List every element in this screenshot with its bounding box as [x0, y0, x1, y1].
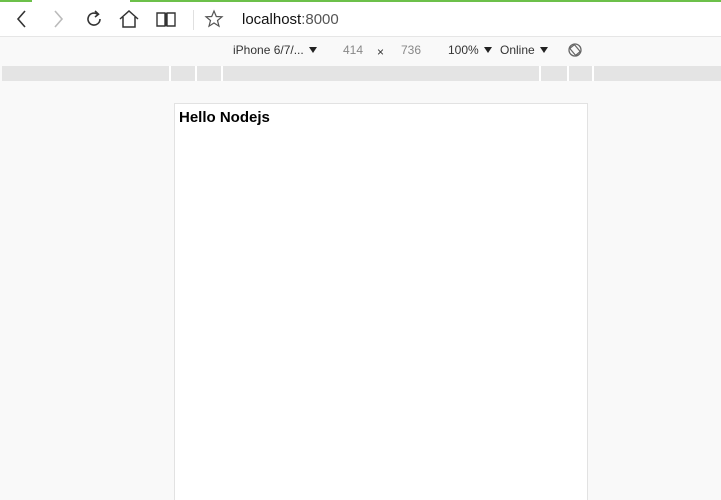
forward-button[interactable] [45, 6, 71, 32]
reading-view-button[interactable] [153, 6, 179, 32]
device-select-label: iPhone 6/7/... [233, 43, 304, 57]
star-icon [204, 9, 224, 28]
home-button[interactable] [116, 6, 142, 32]
chevron-down-icon [539, 47, 548, 53]
device-viewport: Hello Nodejs [174, 103, 588, 500]
favorite-button[interactable] [201, 6, 227, 32]
home-icon [119, 9, 139, 28]
rotate-button[interactable] [567, 42, 583, 61]
browser-window: localhost:8000 iPhone 6/7/... 414 × 736 … [0, 0, 721, 500]
media-query-breakpoint [195, 66, 197, 81]
page-heading: Hello Nodejs [179, 109, 270, 126]
media-query-breakpoint [169, 66, 171, 81]
address-host: localhost [242, 11, 302, 28]
refresh-icon [87, 10, 101, 26]
height-input[interactable]: 736 [401, 43, 421, 57]
forward-arrow-icon [54, 10, 64, 28]
width-input[interactable]: 414 [343, 43, 363, 57]
book-icon [156, 12, 176, 27]
media-query-breakpoint [567, 66, 569, 81]
media-query-bar[interactable] [2, 66, 721, 81]
address-port: :8000 [301, 11, 339, 28]
chevron-down-icon [483, 47, 492, 53]
device-emulation-toolbar: iPhone 6/7/... 414 × 736 100% Online [0, 37, 721, 63]
zoom-select[interactable]: 100% [448, 43, 492, 57]
toolbar-divider [193, 10, 194, 30]
browser-toolbar: localhost:8000 [0, 2, 721, 37]
zoom-select-label: 100% [448, 43, 479, 57]
address-bar[interactable]: localhost:8000 [242, 11, 339, 28]
network-throttle-select[interactable]: Online [500, 43, 548, 57]
back-button[interactable] [9, 6, 35, 32]
rotate-icon [568, 43, 582, 57]
network-select-label: Online [500, 43, 535, 57]
media-query-breakpoint [539, 66, 541, 81]
dimension-separator: × [377, 45, 385, 59]
refresh-button[interactable] [81, 6, 107, 32]
chevron-down-icon [308, 47, 317, 53]
back-arrow-icon [16, 10, 26, 28]
device-select[interactable]: iPhone 6/7/... [233, 43, 317, 57]
media-query-breakpoint [592, 66, 594, 81]
media-query-breakpoint [221, 66, 223, 81]
